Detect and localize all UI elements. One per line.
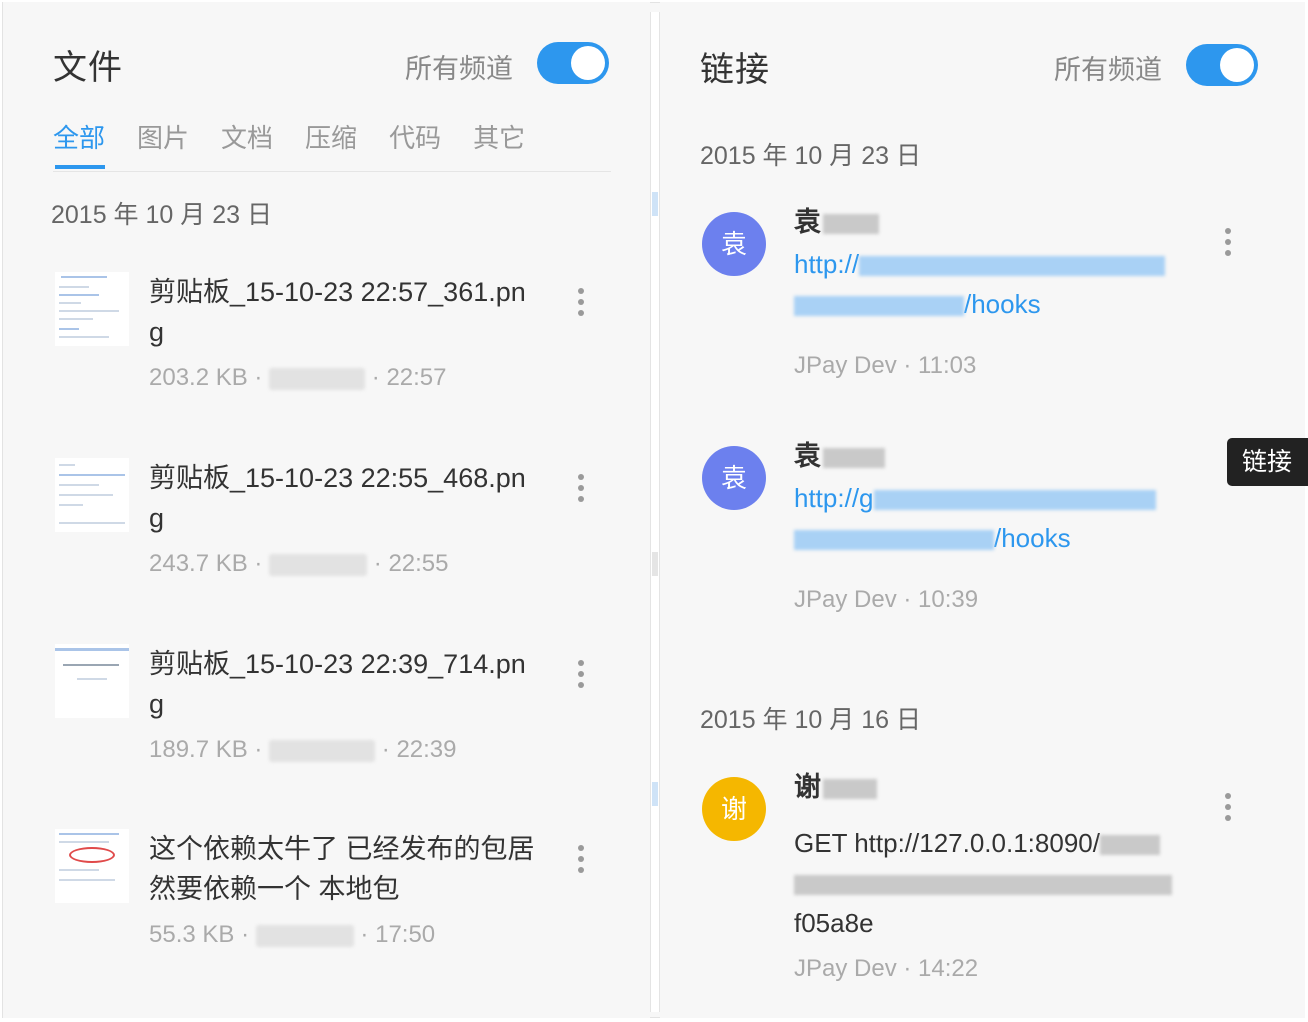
more-options-icon[interactable] [577,845,585,875]
link-meta: JPay Dev · 11:03 [794,352,977,379]
file-meta: 55.3 KB · · 17:50 [149,921,436,948]
file-name: 剪贴板_15-10-23 22:55_468.png [149,463,526,533]
redacted-channel [269,367,366,390]
file-meta: 203.2 KB · · 22:57 [149,364,447,391]
file-name: 这个依赖太牛了 已经发布的包居然要依赖一个 本地包 [149,834,535,904]
tab-images[interactable]: 图片 [137,120,189,170]
link-time: 10:39 [918,586,979,613]
avatar[interactable]: 袁 [702,446,766,510]
avatar[interactable]: 袁 [702,212,766,276]
redacted-url [1099,835,1160,856]
channel-name: JPay Dev [794,586,897,613]
avatar[interactable]: 谢 [702,777,766,841]
files-all-channels-toggle[interactable] [537,42,609,84]
tab-all[interactable]: 全部 [53,120,106,170]
file-item[interactable]: 剪贴板_15-10-23 22:39_714.png 189.7 KB · · … [55,644,615,814]
file-size: 55.3 KB [149,921,235,948]
link-url[interactable]: http://g/hooks [794,478,1182,558]
tab-code[interactable]: 代码 [389,120,441,170]
files-date-header: 2015 年 10 月 23 日 [51,201,272,229]
redacted-channel [269,553,368,576]
link-time: 14:22 [918,955,979,982]
redacted-url [794,530,994,551]
files-title: 文件 [53,49,123,87]
panel-divider [650,12,660,1012]
links-all-channels-toggle[interactable] [1186,44,1258,86]
tab-other[interactable]: 其它 [473,120,525,170]
more-options-icon[interactable] [577,660,585,690]
files-channel-label: 所有频道 [405,54,513,84]
file-thumbnail [55,644,129,718]
more-options-icon[interactable] [1224,793,1232,823]
sender-name: 袁 [794,200,879,239]
file-thumbnail [55,458,129,532]
file-size: 189.7 KB [149,736,248,763]
links-date-header: 2015 年 10 月 16 日 [700,706,921,734]
links-date-header: 2015 年 10 月 23 日 [700,142,921,170]
links-tooltip: 链接 [1227,438,1308,486]
redacted-url [794,296,964,317]
file-time: 22:55 [388,550,449,577]
tab-archives[interactable]: 压缩 [305,120,357,170]
tabs-divider [53,171,611,172]
link-url[interactable]: GET http://127.0.0.1:8090/f05a8e [794,823,1182,943]
files-panel: 文件 所有频道 全部 图片 文档 压缩 代码 其它 2015 年 10 月 23… [3,2,650,1018]
link-meta: JPay Dev · 14:22 [794,955,979,982]
channel-name: JPay Dev [794,955,897,982]
file-name: 剪贴板_15-10-23 22:57_361.png [149,277,526,347]
link-url[interactable]: http:///hooks [794,244,1182,324]
file-size: 203.2 KB [149,364,248,391]
toggle-knob [571,46,605,80]
redacted-url [873,490,1156,511]
file-type-tabs: 全部 图片 文档 压缩 代码 其它 [53,120,557,170]
file-item[interactable]: 剪贴板_15-10-23 22:57_361.png 203.2 KB · · … [55,272,615,442]
sender-name: 袁 [794,434,885,473]
more-options-icon[interactable] [577,474,585,504]
redacted-channel [269,739,376,762]
tab-documents[interactable]: 文档 [221,120,273,170]
file-item[interactable]: 剪贴板_15-10-23 22:55_468.png 243.7 KB · · … [55,458,615,628]
file-meta: 189.7 KB · · 22:39 [149,736,457,763]
file-thumbnail [55,829,129,903]
link-meta: JPay Dev · 10:39 [794,586,979,613]
file-name: 剪贴板_15-10-23 22:39_714.png [149,649,526,719]
redacted-name [823,447,885,468]
links-panel: 链接 所有频道 2015 年 10 月 23 日 袁 袁 http:///hoo… [660,2,1305,1018]
redacted-name [823,213,879,234]
redacted-name [823,778,877,799]
redacted-url [794,875,1172,896]
redacted-channel [255,924,354,947]
sender-name: 谢 [794,765,877,804]
channel-name: JPay Dev [794,352,897,379]
file-time: 22:57 [386,364,447,391]
file-time: 22:39 [396,736,457,763]
link-time: 11:03 [918,352,977,379]
more-options-icon[interactable] [577,288,585,318]
links-channel-label: 所有频道 [1054,55,1162,85]
file-meta: 243.7 KB · · 22:55 [149,550,449,577]
redacted-url [859,256,1166,277]
file-size: 243.7 KB [149,550,248,577]
more-options-icon[interactable] [1224,228,1232,258]
toggle-knob [1220,48,1254,82]
links-title: 链接 [700,51,770,89]
file-time: 17:50 [375,921,436,948]
file-thumbnail [55,272,129,346]
file-item[interactable]: 这个依赖太牛了 已经发布的包居然要依赖一个 本地包 55.3 KB · · 17… [55,829,615,999]
